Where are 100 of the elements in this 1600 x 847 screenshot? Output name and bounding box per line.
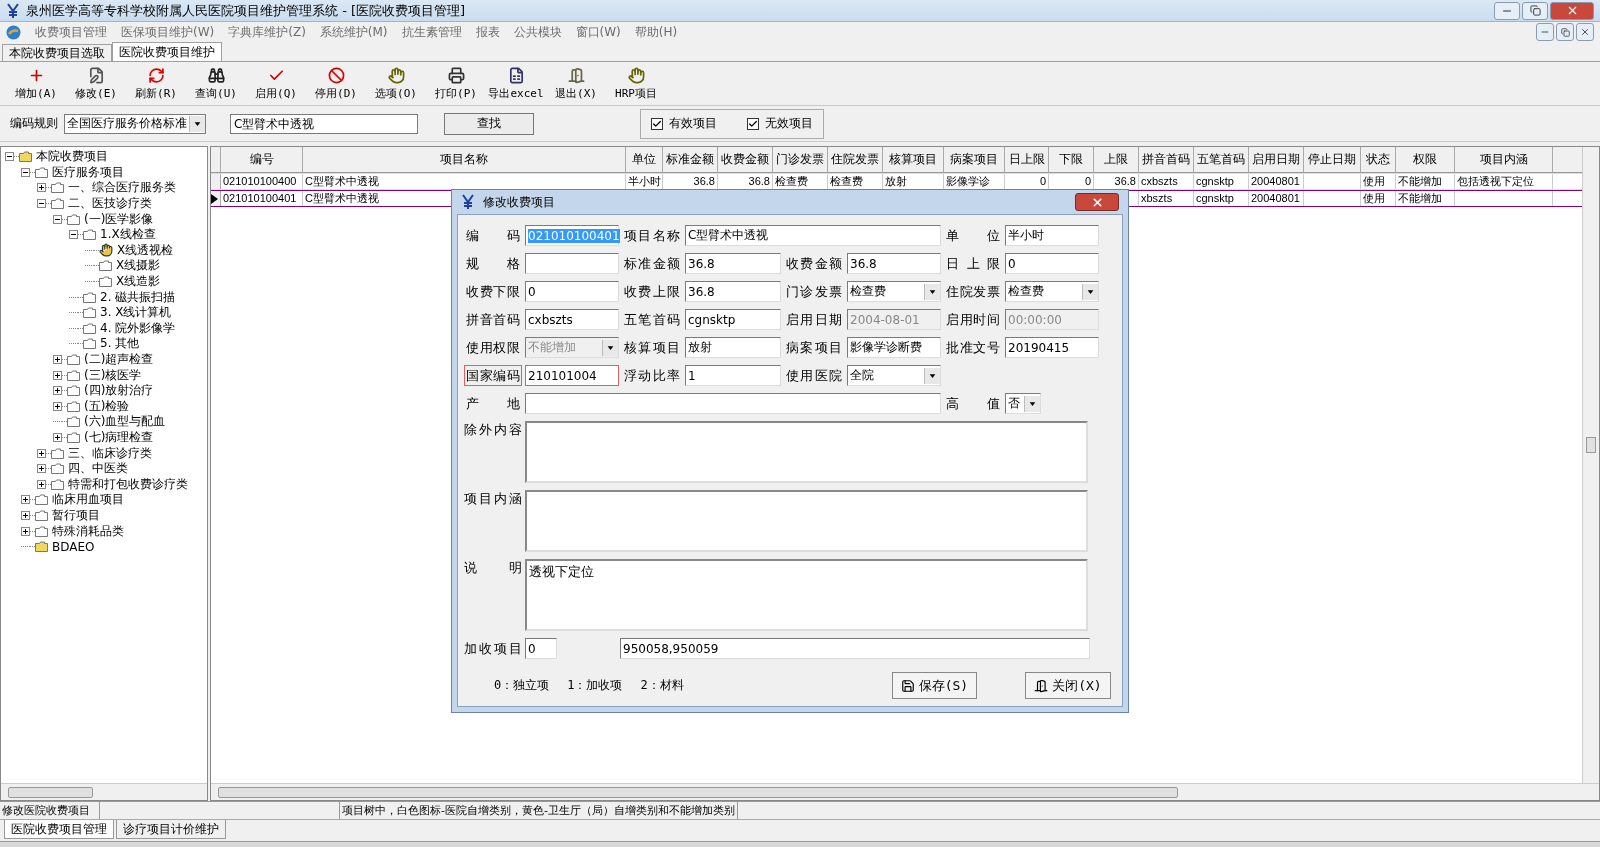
tree-item[interactable]: 暂行项目	[52, 506, 100, 524]
tree-item[interactable]: (六)血型与配血	[84, 413, 166, 431]
column-header[interactable]: 门诊发票	[773, 147, 828, 172]
column-header[interactable]: 标准金额	[663, 147, 718, 172]
checkbox[interactable]	[651, 117, 663, 130]
input-field[interactable]: cgnsktp	[685, 309, 781, 330]
input-field[interactable]	[525, 393, 941, 414]
close-button[interactable]	[1576, 23, 1594, 41]
menu-item[interactable]: 系统维护(M)	[319, 23, 388, 41]
checkbox[interactable]	[747, 117, 759, 130]
tree-item[interactable]: 1.X线检查	[100, 226, 156, 244]
find-button[interactable]: 查找	[444, 112, 534, 135]
tree-item[interactable]: (七)病理检查	[84, 429, 154, 446]
tree-item[interactable]: 二、医技诊疗类	[68, 195, 152, 213]
input-field[interactable]: 36.8	[685, 253, 781, 274]
tree-item[interactable]: 医疗服务项目	[52, 163, 124, 181]
tree-item[interactable]: X线透视检	[117, 241, 174, 259]
expand-icon[interactable]	[37, 448, 46, 458]
expand-icon[interactable]	[53, 401, 62, 411]
column-header[interactable]: 启用日期	[1249, 147, 1304, 172]
tree-item[interactable]: BDAEO	[52, 539, 95, 554]
column-header[interactable]: 项目名称	[303, 147, 626, 172]
input-field[interactable]: 0	[525, 638, 557, 659]
tab[interactable]: 本院收费项目选取	[2, 44, 112, 61]
input-field[interactable]: 36.8	[847, 253, 941, 274]
toolbar-button[interactable]: 启用(Q)	[248, 66, 304, 101]
column-header[interactable]: 状态	[1361, 147, 1396, 172]
tree-item[interactable]: 四、中医类	[68, 460, 128, 478]
menu-item[interactable]: 收费项目管理	[35, 23, 107, 41]
menu-item[interactable]: 抗生素管理	[401, 23, 462, 41]
menu-item[interactable]: 报表	[475, 23, 500, 41]
text-area[interactable]	[525, 421, 1088, 483]
horizontal-scrollbar[interactable]	[211, 783, 1599, 800]
expand-icon[interactable]	[21, 495, 30, 505]
tree-item[interactable]: (二)超声检查	[84, 351, 154, 368]
tree-item[interactable]: 本院收费项目	[36, 148, 108, 166]
input-field[interactable]: 影像学诊断费	[847, 337, 941, 358]
tree-item[interactable]: (一)医学影像	[84, 210, 154, 228]
column-header[interactable]: 单位	[626, 147, 663, 172]
input-field[interactable]: C型臂术中透视	[685, 225, 941, 246]
column-header[interactable]: 编号	[221, 147, 303, 172]
column-header[interactable]: 下限	[1049, 147, 1094, 172]
expand-icon[interactable]	[53, 386, 62, 396]
tree-item[interactable]: 4. 院外影像学	[100, 319, 176, 337]
column-header[interactable]: 上限	[1094, 147, 1139, 172]
expand-icon[interactable]	[21, 510, 30, 520]
collapse-icon[interactable]	[37, 199, 46, 209]
collapse-icon[interactable]	[53, 214, 62, 224]
collapse-icon[interactable]	[5, 152, 14, 162]
input-field[interactable]: 20190415	[1005, 337, 1099, 358]
toolbar-button[interactable]: 退出(X)	[548, 66, 604, 101]
column-header[interactable]: 项目内涵	[1455, 147, 1553, 172]
collapse-icon[interactable]	[21, 167, 30, 177]
dropdown[interactable]: 全院	[847, 365, 941, 386]
toolbar-button[interactable]: 增加(A)	[8, 66, 64, 101]
input-field[interactable]: 半小时	[1005, 225, 1099, 246]
input-field[interactable]: 0	[1005, 253, 1099, 274]
save-button[interactable]: 保存(S)	[891, 672, 978, 699]
column-header[interactable]: 病案项目	[944, 147, 1005, 172]
text-area[interactable]: 透视下定位	[525, 559, 1088, 631]
restore-button[interactable]	[1522, 1, 1548, 20]
expand-icon[interactable]	[37, 479, 46, 489]
minimize-button[interactable]	[1494, 1, 1520, 20]
column-header[interactable]: 停止日期	[1304, 147, 1361, 172]
input-field[interactable]: 36.8	[685, 281, 781, 302]
tree-item[interactable]: (五)检验	[84, 397, 130, 415]
tab[interactable]: 诊疗项目计价维护	[116, 820, 226, 839]
toolbar-button[interactable]: HRP项目	[608, 66, 664, 101]
restore-button[interactable]	[1556, 23, 1574, 41]
tree-item[interactable]: 一、综合医疗服务类	[68, 179, 176, 197]
column-header[interactable]: 收费金额	[718, 147, 773, 172]
collapse-icon[interactable]	[69, 230, 78, 240]
tree-item[interactable]: 5. 其他	[100, 335, 140, 353]
input-field[interactable]: 1	[685, 365, 781, 386]
text-area[interactable]	[525, 490, 1088, 552]
vertical-scrollbar[interactable]	[1582, 147, 1599, 783]
close-button[interactable]	[1075, 193, 1119, 211]
expand-icon[interactable]	[53, 370, 62, 380]
toolbar-button[interactable]: 刷新(R)	[128, 66, 184, 101]
tree-item[interactable]: 3. X线计算机	[100, 304, 172, 322]
input-field[interactable]: 950058,950059	[620, 638, 1090, 659]
column-header[interactable]: 权限	[1396, 147, 1455, 172]
input-field[interactable]: 210101004	[525, 365, 619, 386]
column-header[interactable]: 日上限	[1005, 147, 1049, 172]
close-button[interactable]	[1550, 1, 1594, 20]
menu-item[interactable]: 字典库维护(Z)	[228, 23, 306, 41]
toolbar-button[interactable]: 导出excel	[488, 66, 544, 101]
column-header[interactable]: 五笔首码	[1194, 147, 1249, 172]
tree-item[interactable]: X线摄影	[116, 257, 161, 275]
menu-item[interactable]: 医保项目维护(W)	[121, 23, 215, 41]
expand-icon[interactable]	[37, 183, 46, 193]
tree-item[interactable]: 特需和打包收费诊疗类	[68, 475, 188, 493]
column-header[interactable]: 核算项目	[883, 147, 944, 172]
expand-icon[interactable]	[53, 433, 62, 442]
tab[interactable]: 医院收费项目维护	[112, 42, 222, 61]
tree-item[interactable]: 2. 磁共振扫描	[100, 288, 176, 306]
expand-icon[interactable]	[53, 355, 62, 364]
tree-item[interactable]: 临床用血项目	[52, 491, 124, 509]
expand-icon[interactable]	[21, 526, 30, 536]
input-field[interactable]	[525, 253, 619, 274]
